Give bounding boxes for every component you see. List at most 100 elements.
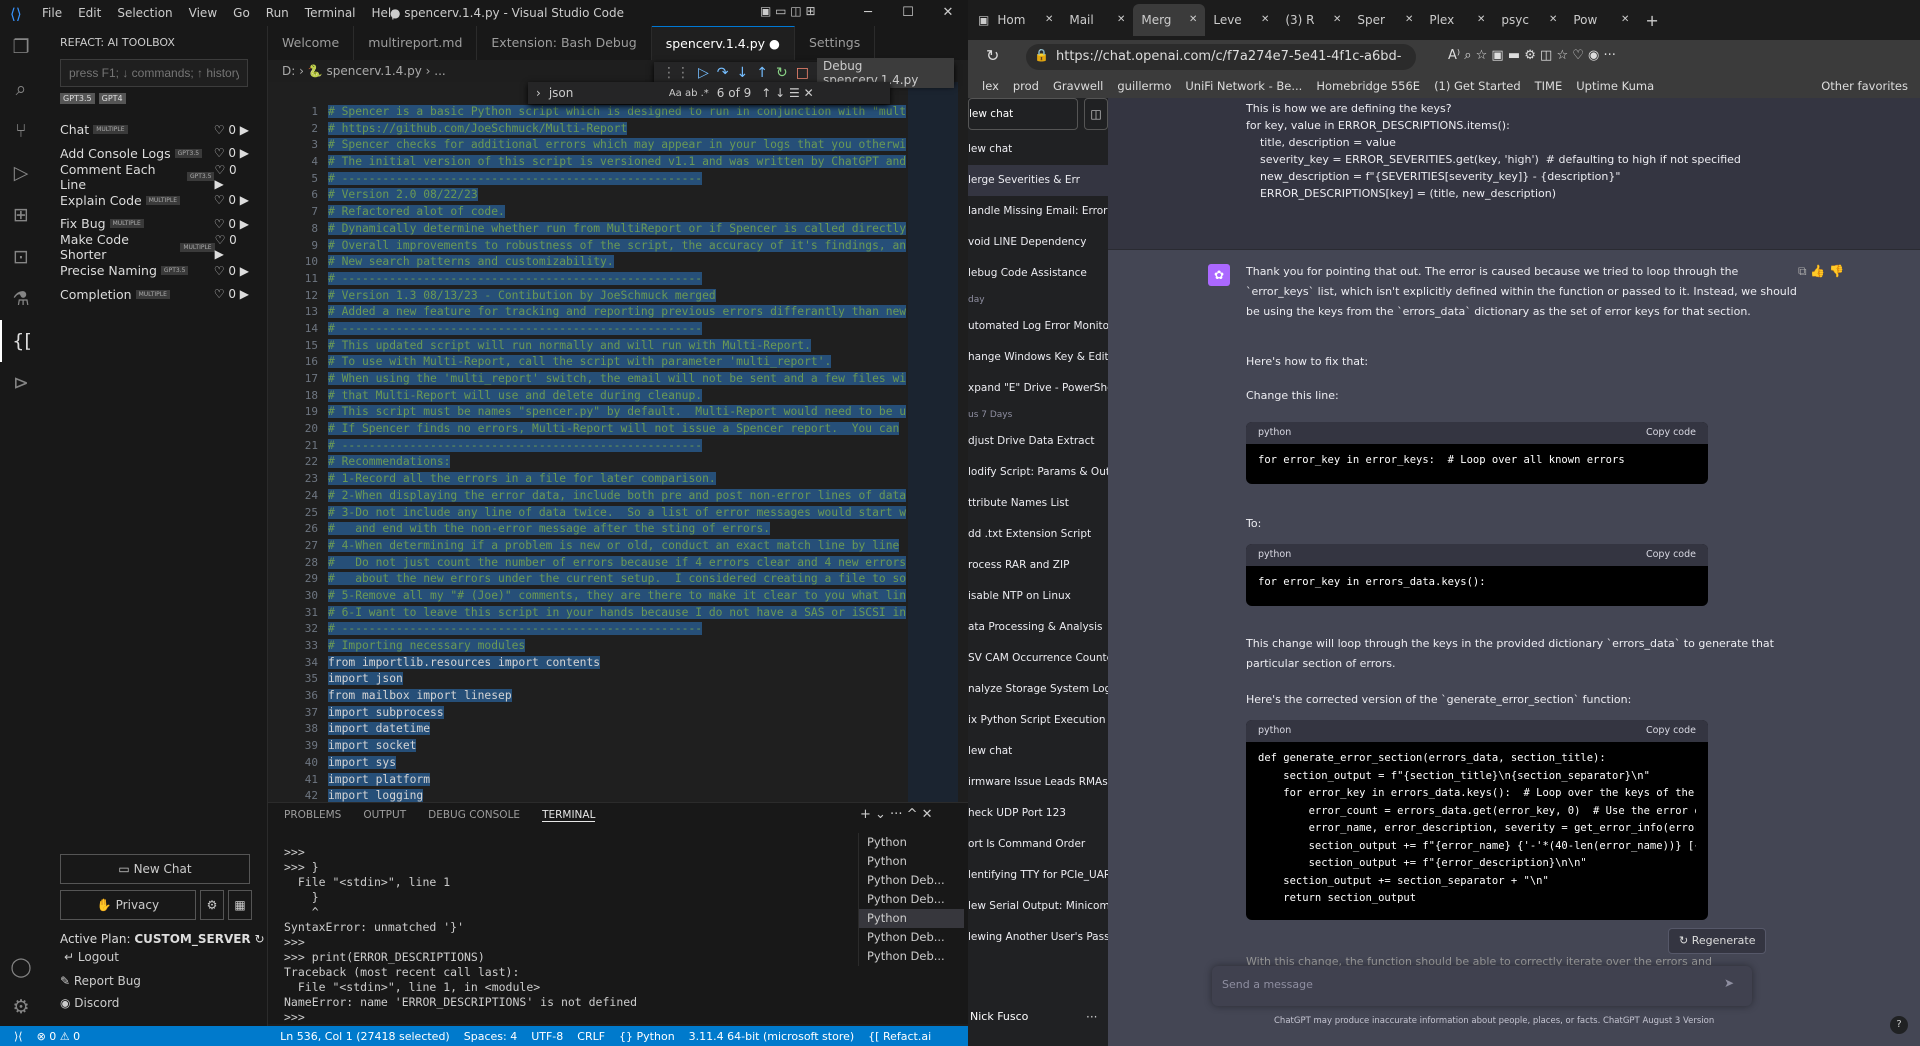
conversation-item[interactable]: lentifying TTY for PCIe_UART xyxy=(968,860,1108,891)
find-nav-icons[interactable]: ↑ ↓ ☰ ✕ xyxy=(761,86,813,100)
favorite-link[interactable]: Homebridge 556E xyxy=(1316,79,1420,93)
tab-close-icon[interactable]: ✕ xyxy=(1045,4,1053,36)
code-line[interactable]: # --------------------------------------… xyxy=(328,271,908,288)
tab-close-icon[interactable]: ✕ xyxy=(1117,4,1125,36)
tab-close-icon[interactable]: ✕ xyxy=(1621,4,1629,36)
code-line[interactable]: # and end with the non-error message aft… xyxy=(328,521,908,538)
code-line[interactable]: # When using the 'multi_report' switch, … xyxy=(328,371,908,388)
code-line[interactable]: # Recommendations: xyxy=(328,454,908,471)
toolbar-icons[interactable]: A⁾ ⌕ ☆ ▣ ▬ ⚙ ◫ ☆ ♡ ◉ ··· xyxy=(1448,48,1616,63)
terminal-output[interactable]: >>> >>> } File "<stdin>", line 1 } ^ Synta… xyxy=(284,845,844,1025)
tab-actions-icon[interactable]: ▣ xyxy=(978,13,989,27)
conversation-item[interactable]: djust Drive Data Extract xyxy=(968,426,1108,457)
like-count[interactable]: ♡ 0 ▶ xyxy=(214,123,249,137)
favorite-link[interactable]: prod xyxy=(1013,79,1039,93)
problems-count[interactable]: ⊗ 0 ⚠ 0 xyxy=(37,1030,81,1043)
terminal-instance[interactable]: Python xyxy=(859,909,964,928)
code-line[interactable]: # 1-Record all the errors in a file for … xyxy=(328,471,908,488)
send-icon[interactable]: ➤ xyxy=(1724,976,1734,990)
conversation-item[interactable]: irmware Issue Leads RMAs xyxy=(968,767,1108,798)
tab-close-icon[interactable]: ✕ xyxy=(1333,4,1341,36)
regenerate-button[interactable]: ↻ Regenerate xyxy=(1668,928,1767,954)
code-line[interactable]: # Added a new feature for tracking and r… xyxy=(328,304,908,321)
conversation-item[interactable]: lew chat xyxy=(968,134,1108,165)
menu-item[interactable]: Go xyxy=(225,0,258,26)
run-debug-icon[interactable]: ▷ xyxy=(0,152,42,194)
step-into-icon[interactable]: ↓ xyxy=(737,65,749,81)
code-line[interactable]: # 5-Remove all my "# (Joe)" comments, th… xyxy=(328,588,908,605)
account-icon[interactable]: ◯ xyxy=(0,946,42,988)
conversation-item[interactable]: ttribute Names List xyxy=(968,488,1108,519)
testing-icon[interactable]: ⚗ xyxy=(0,278,42,320)
conversation-item[interactable]: lew chat xyxy=(968,736,1108,767)
remote-icon[interactable]: ⊡ xyxy=(0,236,42,278)
conversation-item[interactable]: void LINE Dependency xyxy=(968,227,1108,258)
code-lines[interactable]: # Spencer is a basic Python script which… xyxy=(328,104,908,802)
message-input[interactable]: Send a message ➤ xyxy=(1212,966,1752,1006)
new-chat-button[interactable]: lew chat xyxy=(968,98,1078,130)
code-line[interactable]: import subprocess xyxy=(328,705,908,722)
conversation-item[interactable]: lewing Another User's Passw xyxy=(968,922,1108,953)
like-count[interactable]: ♡ 0 ▶ xyxy=(214,264,249,278)
help-icon[interactable]: ? xyxy=(1890,1016,1908,1034)
code-line[interactable]: import logging xyxy=(328,788,908,802)
tool-item[interactable]: Precise Naming GPT3.5 ♡ 0 ▶ xyxy=(42,259,267,283)
code-line[interactable]: # Overall improvements to robustness of … xyxy=(328,238,908,255)
favorite-link[interactable]: TIME xyxy=(1535,79,1563,93)
tab-close-icon[interactable]: ✕ xyxy=(1477,4,1485,36)
browser-tab[interactable]: Hom ✕ xyxy=(989,4,1061,36)
like-count[interactable]: ♡ 0 ▶ xyxy=(214,287,249,301)
editor-tab[interactable]: Welcome xyxy=(268,26,355,60)
code-line[interactable]: # --------------------------------------… xyxy=(328,438,908,455)
tool-item[interactable]: Chat MULTIPLE ♡ 0 ▶ xyxy=(42,118,267,142)
conversation-item[interactable]: lew Serial Output: Minicom xyxy=(968,891,1108,922)
code-editor[interactable]: 1 2 3 4 5 6 7 8 9 10 11 12 13 14 15 16 17 18 19 20 21 22 23 24 2… xyxy=(268,82,908,802)
conversation-item[interactable]: lerge Severities & Err xyxy=(968,165,1108,196)
conversation-item[interactable]: hange Windows Key & Editic xyxy=(968,342,1108,373)
hotkeys-icon[interactable]: ▦ xyxy=(228,890,252,920)
menu-item[interactable]: Terminal xyxy=(297,0,364,26)
code-line[interactable]: # that Multi-Report will use and delete … xyxy=(328,388,908,405)
editor-tab[interactable]: Extension: Bash Debug xyxy=(477,26,652,60)
favorite-link[interactable]: Uptime Kuma xyxy=(1576,79,1654,93)
extensions-icon[interactable]: ⊞ xyxy=(0,194,42,236)
code-line[interactable]: # The initial version of this script is … xyxy=(328,154,908,171)
conversation-item[interactable]: landle Missing Email: Error & xyxy=(968,196,1108,227)
cursor-position[interactable]: Ln 536, Col 1 (27418 selected) xyxy=(280,1030,450,1043)
menu-item[interactable]: View xyxy=(181,0,225,26)
logout-link[interactable]: ↵ Logout xyxy=(64,950,119,964)
terminal-instance[interactable]: Python Deb... xyxy=(859,871,964,890)
browser-tab[interactable]: psyc ✕ xyxy=(1493,4,1565,36)
code-line[interactable]: # https://github.com/JoeSchmuck/Multi-Re… xyxy=(328,121,908,138)
code-line[interactable]: # --------------------------------------… xyxy=(328,171,908,188)
like-count[interactable]: ♡ 0 ▶ xyxy=(214,217,249,231)
tab-close-icon[interactable]: ✕ xyxy=(1549,4,1557,36)
refact-icon[interactable]: {[ xyxy=(0,320,42,362)
code-line[interactable]: # To use with Multi-Report, call the scr… xyxy=(328,354,908,371)
conversation-item[interactable]: utomated Log Error Monitor xyxy=(968,311,1108,342)
terminal-instance[interactable]: Python xyxy=(859,852,964,871)
drag-handle-icon[interactable]: ⋮⋮ xyxy=(662,65,690,81)
terminal-instance[interactable]: Python Deb... xyxy=(859,947,964,966)
like-count[interactable]: ♡ 0 ▶ xyxy=(214,163,249,191)
code-line[interactable]: # If Spencer finds no errors, Multi-Repo… xyxy=(328,421,908,438)
code-line[interactable]: # 2-When displaying the error data, incl… xyxy=(328,488,908,505)
code-line[interactable]: # Spencer is a basic Python script which… xyxy=(328,104,908,121)
menu-item[interactable]: Run xyxy=(258,0,297,26)
url-field[interactable]: https://chat.openai.com/c/f7a274e7-5e41-… xyxy=(1026,44,1416,90)
favorite-link[interactable]: Gravwell xyxy=(1053,79,1103,93)
gear-icon[interactable]: ⚙ xyxy=(0,986,42,1028)
continue-icon[interactable]: ▷ xyxy=(698,65,709,81)
panel-tab[interactable]: DEBUG CONSOLE xyxy=(428,809,520,822)
panel-actions[interactable]: + ⌄ ··· ^ ✕ xyxy=(860,807,933,822)
minimize-button[interactable]: ─ xyxy=(848,0,888,26)
code-line[interactable]: # about the new errors under the current… xyxy=(328,571,908,588)
code-line[interactable]: # New search patterns and customizabilit… xyxy=(328,254,908,271)
restart-icon[interactable]: ↻ xyxy=(776,65,788,81)
message-actions[interactable]: ⧉ 👍 👎 xyxy=(1798,264,1844,279)
report-bug-link[interactable]: ✎ Report Bug xyxy=(60,974,141,988)
command-input[interactable] xyxy=(60,59,248,87)
source-control-icon[interactable]: ⑂ xyxy=(0,110,42,152)
code-line[interactable]: # 3-Do not include any line of data twic… xyxy=(328,505,908,522)
code-line[interactable]: # This script must be names "spencer.py"… xyxy=(328,404,908,421)
